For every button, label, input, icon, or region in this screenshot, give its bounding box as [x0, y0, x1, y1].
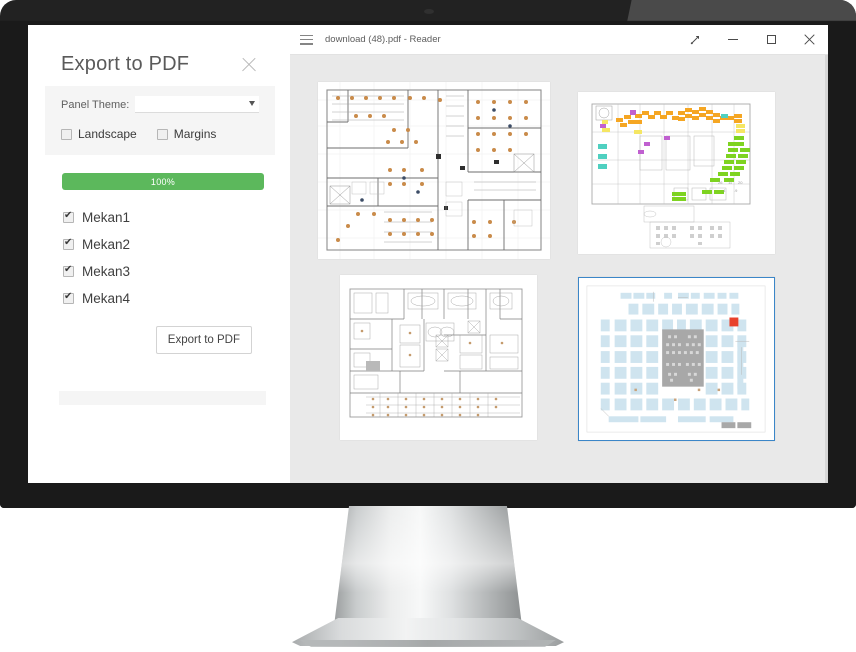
- progress-label: 100%: [150, 176, 176, 187]
- page-title: Export to PDF: [61, 53, 190, 75]
- monitor-stand-neck: [334, 506, 522, 626]
- minimize-icon[interactable]: [714, 25, 752, 55]
- svg-text:26: 26: [718, 180, 723, 185]
- panel-theme-select[interactable]: [135, 96, 259, 113]
- list-item-label: Mekan3: [82, 264, 131, 279]
- panel-flags-row: Landscape Margins: [61, 127, 259, 141]
- monitor-scene: Export to PDF Panel Theme: Landscape Mar…: [0, 0, 856, 652]
- mekan-list: Mekan1 Mekan2 Mekan3 Mekan4: [59, 204, 261, 312]
- page-thumbnail-3[interactable]: [340, 275, 537, 440]
- panel-theme-row: Panel Theme:: [61, 96, 259, 113]
- pdf-reader-window: download (48).pdf - Reader 26 11 20 .4 .…: [290, 25, 828, 483]
- close-icon[interactable]: [790, 25, 828, 55]
- list-item-label: Mekan4: [82, 291, 131, 306]
- list-item[interactable]: Mekan4: [63, 285, 261, 312]
- expand-arrow-icon[interactable]: [676, 25, 714, 55]
- checkbox-box: [63, 291, 74, 304]
- landscape-checkbox[interactable]: Landscape: [61, 127, 137, 141]
- panel-footer: [59, 391, 266, 405]
- page-thumbnail-4[interactable]: [578, 277, 775, 441]
- monitor-screen: Export to PDF Panel Theme: Landscape Mar…: [28, 25, 828, 483]
- reader-titlebar: download (48).pdf - Reader: [290, 25, 828, 55]
- window-title: download (48).pdf - Reader: [325, 34, 441, 45]
- panel-theme-label: Panel Theme:: [61, 98, 130, 111]
- checkbox-box: [61, 128, 72, 140]
- export-progress-bar: 100%: [62, 173, 264, 190]
- monitor-stand-base-edge: [300, 640, 556, 647]
- list-item[interactable]: Mekan2: [63, 231, 261, 258]
- checkbox-box: [63, 264, 74, 277]
- panel-options-section: Panel Theme: Landscape Margins: [45, 86, 275, 155]
- checkbox-box: [63, 210, 74, 223]
- restore-icon[interactable]: [752, 25, 790, 55]
- page-thumbnail-1[interactable]: [318, 82, 550, 259]
- list-item[interactable]: Mekan3: [63, 258, 261, 285]
- vertical-scrollbar[interactable]: [825, 55, 828, 483]
- close-icon[interactable]: [239, 55, 259, 75]
- reader-page-area: 26 11 20 .4.9: [290, 55, 828, 483]
- list-item-label: Mekan1: [82, 210, 131, 225]
- page-thumbnail-2[interactable]: 26 11 20 .4.9: [578, 92, 775, 254]
- hamburger-menu-icon[interactable]: [300, 34, 313, 45]
- margins-checkbox[interactable]: Margins: [156, 127, 217, 141]
- svg-text:20: 20: [738, 180, 743, 185]
- panel-header: Export to PDF: [45, 39, 275, 86]
- checkbox-box: [63, 237, 74, 250]
- panel-actions: Export to PDF: [59, 312, 261, 354]
- list-item[interactable]: Mekan1: [63, 204, 261, 231]
- list-item-label: Mekan2: [82, 237, 131, 252]
- chevron-down-icon: [249, 101, 255, 106]
- checkbox-box: [156, 128, 168, 140]
- panel-body: 100% Mekan1 Mekan2 Mekan3: [45, 155, 275, 354]
- margins-label: Margins: [173, 127, 217, 141]
- export-to-pdf-button[interactable]: Export to PDF: [155, 326, 252, 354]
- export-to-pdf-panel: Export to PDF Panel Theme: Landscape Mar…: [45, 39, 275, 472]
- landscape-label: Landscape: [78, 127, 137, 141]
- webcam-icon: [424, 9, 434, 14]
